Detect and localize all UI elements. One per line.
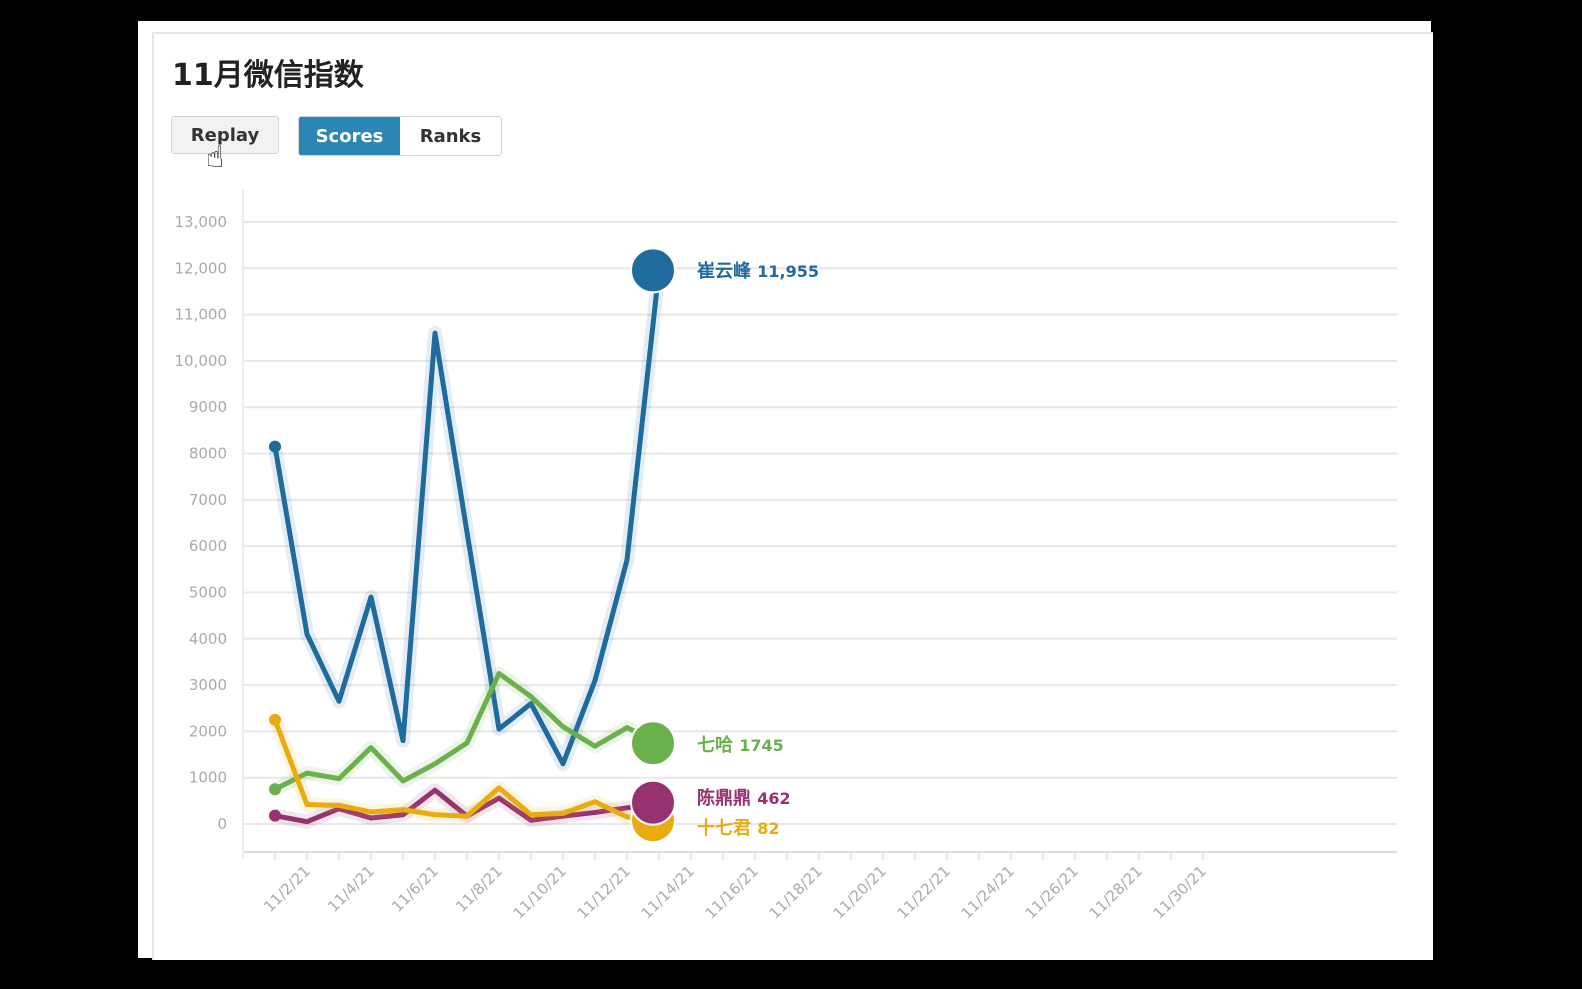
y-tick-label: 0 (217, 815, 227, 833)
line-chart: 0 1000 2000 3000 4000 5000 6000 7000 8000 9000 10,… (175, 190, 1397, 922)
series-label: 陈鼎鼎 462 (697, 787, 791, 809)
y-tick-label: 12,000 (175, 259, 228, 277)
y-tick-label: 9000 (189, 398, 227, 416)
y-tick-label: 13,000 (175, 213, 228, 231)
hand-cursor-icon: ☝ (206, 140, 225, 175)
x-tick-label: 11/14/21 (637, 862, 697, 922)
x-tick-label: 11/20/21 (829, 862, 889, 922)
x-tick-label: 11/10/21 (509, 862, 569, 922)
x-tick-label: 11/4/21 (324, 862, 378, 916)
start-point (269, 783, 281, 796)
x-tick-label: 11/26/21 (1021, 862, 1081, 922)
y-tick-label: 6000 (189, 537, 227, 555)
series-label: 十七君 82 (697, 817, 780, 839)
start-point (269, 809, 281, 822)
end-point (630, 720, 676, 767)
y-tick-label: 4000 (189, 630, 227, 648)
start-point (269, 713, 281, 726)
x-tick-label: 11/18/21 (765, 862, 825, 922)
start-point (269, 440, 281, 453)
end-point (630, 779, 676, 826)
series-line-0 (272, 270, 662, 767)
x-tick-label: 11/28/21 (1085, 862, 1145, 922)
y-tick-label: 2000 (189, 722, 227, 740)
x-tick-label: 11/12/21 (573, 862, 633, 922)
x-tick-label: 11/24/21 (957, 862, 1017, 922)
end-point (630, 247, 676, 294)
y-tick-label: 5000 (189, 583, 227, 601)
x-tick-label: 11/30/21 (1149, 862, 1209, 922)
y-tick-label: 10,000 (175, 352, 228, 370)
x-tick-label: 11/6/21 (388, 862, 442, 916)
y-tick-label: 3000 (189, 676, 227, 694)
y-tick-label: 8000 (189, 445, 227, 463)
x-tick-label: 11/8/21 (452, 862, 506, 916)
x-tick-label: 11/22/21 (893, 862, 953, 922)
series-label: 崔云峰 11,955 (697, 260, 819, 282)
x-tick-label: 11/16/21 (701, 862, 761, 922)
x-tick-label: 11/2/21 (260, 862, 314, 916)
y-tick-label: 7000 (189, 491, 227, 509)
y-tick-label: 11,000 (175, 306, 228, 324)
y-tick-label: 1000 (189, 769, 227, 787)
series-label: 七哈 1745 (697, 734, 784, 756)
